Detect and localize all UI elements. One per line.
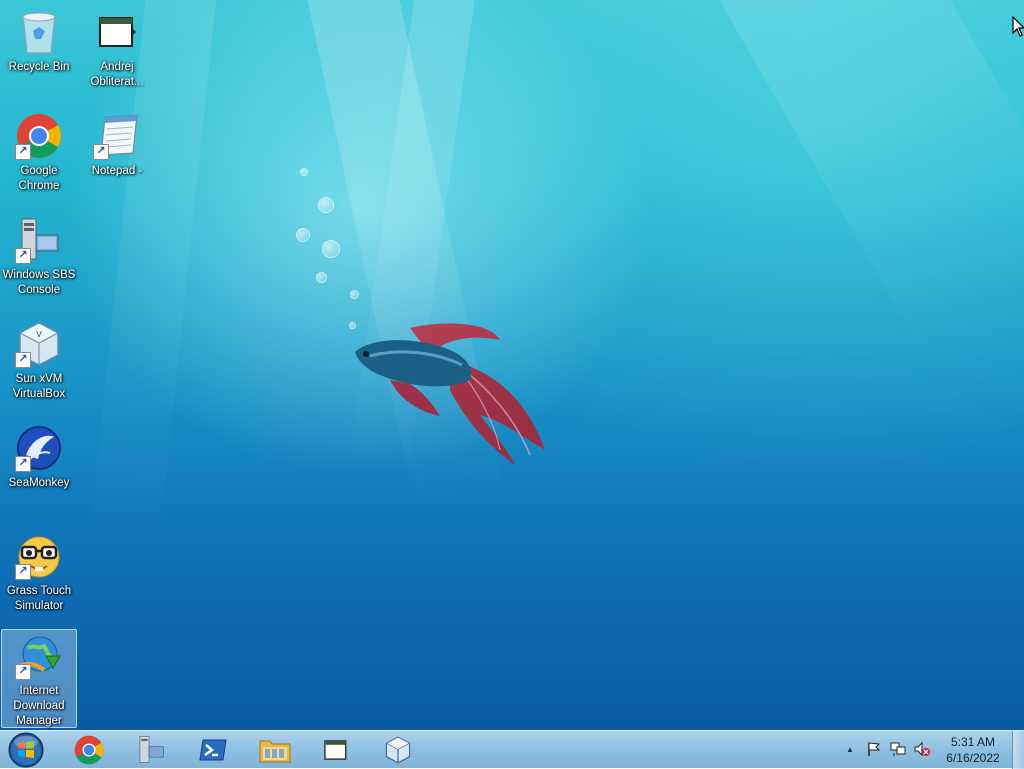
- idm-globe-icon: ↗: [15, 634, 63, 680]
- taskbar: ▲ 5:31 AM 6/16/2022: [0, 730, 1024, 769]
- bubble: [316, 272, 327, 283]
- action-center-flag-icon[interactable]: [866, 741, 882, 757]
- bubble: [300, 168, 308, 176]
- betta-fish-wallpaper: [355, 323, 545, 465]
- nerd-face-icon: ↗: [15, 532, 63, 580]
- desktop-icon-windows-sbs-console[interactable]: ↗ Windows SBS Console: [1, 212, 77, 298]
- desktop[interactable]: Recycle Bin Andrej Obliterat... ↗ Google…: [0, 0, 1024, 730]
- shortcut-arrow-icon: ↗: [15, 456, 31, 472]
- file-explorer-icon: [259, 740, 291, 763]
- light-ray: [713, 0, 1024, 354]
- network-icon[interactable]: [890, 741, 906, 757]
- desktop-icon-virtualbox[interactable]: V ↗ Sun xVM VirtualBox: [1, 316, 77, 402]
- folder-window-icon: [324, 740, 347, 760]
- taskbar-item-chrome[interactable]: [61, 732, 117, 768]
- desktop-icon-label: Notepad -: [91, 165, 143, 177]
- chrome-icon: [74, 735, 104, 765]
- bubble: [350, 290, 359, 299]
- start-orb-icon: [8, 732, 44, 768]
- taskbar-item-explorer[interactable]: [247, 732, 303, 768]
- powershell-icon: [199, 739, 227, 761]
- shortcut-arrow-icon: ↗: [93, 144, 109, 160]
- taskbar-item-virtualbox[interactable]: [370, 732, 426, 768]
- desktop-icon-label: Internet Download Manager: [13, 685, 65, 727]
- server-console-icon: ↗: [15, 216, 63, 264]
- taskbar-item-powershell[interactable]: [185, 732, 241, 768]
- volume-muted-icon[interactable]: [914, 741, 930, 757]
- recycle-bin-icon: [15, 8, 63, 56]
- shortcut-arrow-icon: ↗: [15, 664, 31, 680]
- bubble: [318, 197, 334, 213]
- shortcut-arrow-icon: ↗: [15, 144, 31, 160]
- seamonkey-icon: ↗: [15, 424, 63, 472]
- desktop-icon-label: Sun xVM VirtualBox: [12, 373, 66, 400]
- desktop-icon-recycle-bin[interactable]: Recycle Bin: [1, 4, 77, 75]
- mouse-cursor-icon: [1012, 16, 1024, 37]
- taskbar-item-sbs-console[interactable]: [123, 732, 179, 768]
- shortcut-arrow-icon: ↗: [15, 248, 31, 264]
- clock[interactable]: 5:31 AM 6/16/2022: [934, 734, 1012, 766]
- shortcut-arrow-icon: ↗: [15, 352, 31, 368]
- desktop-icon-internet-download-manager[interactable]: ↗ Internet Download Manager: [1, 629, 77, 728]
- desktop-icon-label: Grass Touch Simulator: [6, 585, 72, 612]
- desktop-icon-label: Google Chrome: [18, 165, 60, 192]
- bubble: [296, 228, 310, 242]
- chrome-icon: ↗: [15, 112, 63, 160]
- desktop-icon-seamonkey[interactable]: ↗ SeaMonkey: [1, 420, 77, 491]
- clock-date: 6/16/2022: [946, 751, 1000, 765]
- virtualbox-icon: V ↗: [15, 320, 63, 368]
- desktop-icon-label: Windows SBS Console: [2, 269, 76, 296]
- desktop-icon-notepad[interactable]: ↗ Notepad -: [79, 108, 155, 179]
- folder-window-icon: [93, 8, 141, 56]
- taskbar-item-andrej-obliterator[interactable]: [308, 732, 364, 768]
- desktop-icon-google-chrome[interactable]: ↗ Google Chrome: [1, 108, 77, 194]
- desktop-icon-grass-touch-simulator[interactable]: ↗ Grass Touch Simulator: [1, 528, 77, 614]
- desktop-icon-label: Andrej Obliterat...: [90, 61, 144, 88]
- svg-text:V: V: [36, 330, 42, 339]
- desktop-icon-label: Recycle Bin: [8, 61, 70, 73]
- start-button[interactable]: [6, 732, 46, 768]
- shortcut-arrow-icon: ↗: [15, 564, 31, 580]
- server-console-icon: [139, 735, 164, 763]
- bubble: [322, 240, 340, 258]
- notepad-icon: ↗: [93, 112, 141, 160]
- desktop-icon-andrej-obliterator[interactable]: Andrej Obliterat...: [79, 4, 155, 90]
- desktop-icon-label: SeaMonkey: [8, 477, 70, 489]
- virtualbox-icon: [385, 736, 411, 764]
- show-desktop-button[interactable]: [1012, 731, 1024, 769]
- show-hidden-icons-button[interactable]: ▲: [842, 741, 858, 757]
- clock-time: 5:31 AM: [950, 735, 996, 749]
